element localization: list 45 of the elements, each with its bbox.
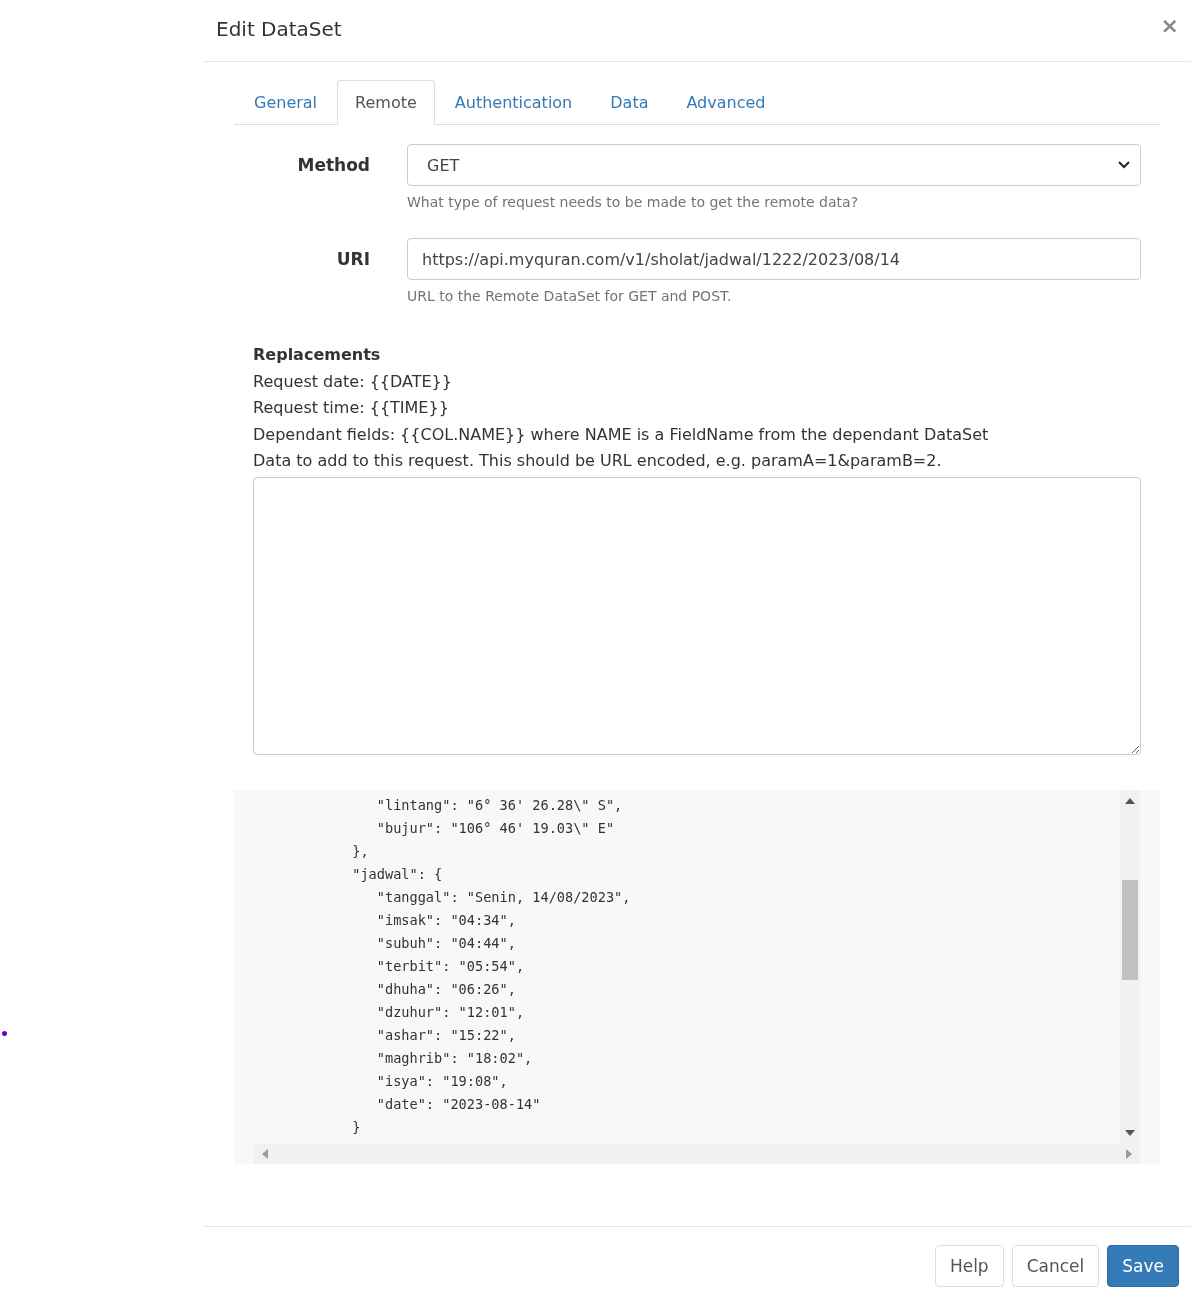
dialog-title: Edit DataSet	[216, 16, 342, 41]
method-select[interactable]: GET	[407, 144, 1141, 186]
save-button[interactable]: Save	[1107, 1245, 1179, 1287]
tab[interactable]: Remote	[337, 80, 435, 125]
code-line: "lintang": "6° 36' 26.28\" S",	[375, 795, 623, 815]
code-line: "maghrib": "18:02",	[375, 1048, 533, 1068]
scroll-thumb[interactable]	[1122, 879, 1138, 980]
scroll-left-icon[interactable]	[262, 1148, 268, 1159]
code-line: "jadwal": {	[351, 864, 443, 884]
horizontal-scrollbar[interactable]	[254, 1143, 1140, 1164]
scroll-right-icon[interactable]	[1126, 1148, 1132, 1159]
replacement-text: Request time: {{TIME}}	[253, 397, 450, 419]
code-line: "isya": "19:08",	[375, 1071, 508, 1091]
replacement-text: Data to add to this request. This should be URL encoded, e.g. paramA=1&paramB=2.	[253, 450, 943, 472]
field-label: Method	[296, 154, 370, 177]
code-line: "dhuha": "06:26",	[375, 979, 516, 999]
code-line: "dzuhur": "12:01",	[375, 1002, 525, 1022]
tab[interactable]: Authentication	[436, 80, 591, 125]
replacement-text: Dependant fields: {{COL.NAME}} where NAME is a FieldName from the dependant DataSet	[253, 423, 990, 446]
uri-field[interactable]: https://api.myquran.com/v1/sholat/jadwal/1222/2023/08/14	[407, 238, 1141, 280]
replacement-text: Request date: {{DATE}}	[253, 370, 453, 393]
chevron-down-icon	[1118, 161, 1130, 169]
tab[interactable]: General	[236, 80, 336, 125]
close-button[interactable]: ×	[1160, 13, 1179, 38]
scroll-up-icon[interactable]	[1125, 797, 1135, 804]
help-text: URL to the Remote DataSet for GET and POST.	[407, 288, 733, 304]
code-line: "bujur": "106° 46' 19.03\" E"	[375, 818, 615, 838]
bullet-dot	[2, 1031, 7, 1036]
help-text: What type of request needs to be made to get the remote data?	[407, 194, 860, 210]
code-line: "subuh": "04:44",	[375, 933, 516, 953]
vertical-scrollbar[interactable]	[1120, 789, 1140, 1144]
code-line: "date": "2023-08-14"	[375, 1094, 541, 1114]
code-line: "terbit": "05:54",	[375, 956, 525, 976]
dialog-button[interactable]: Cancel	[1011, 1245, 1100, 1287]
code-line: "ashar": "15:22",	[375, 1025, 516, 1045]
tab[interactable]: Advanced	[668, 80, 784, 125]
dialog-button[interactable]: Help	[934, 1245, 1004, 1287]
code-line: },	[351, 841, 369, 861]
field-label: URI	[335, 248, 370, 271]
tab[interactable]: Data	[592, 80, 667, 125]
code-line: }	[351, 1117, 361, 1137]
replacements-heading: Replacements	[253, 344, 382, 366]
code-line: "tanggal": "Senin, 14/08/2023",	[375, 887, 631, 907]
scroll-down-icon[interactable]	[1125, 1129, 1135, 1136]
code-line: "imsak": "04:34",	[375, 910, 516, 930]
